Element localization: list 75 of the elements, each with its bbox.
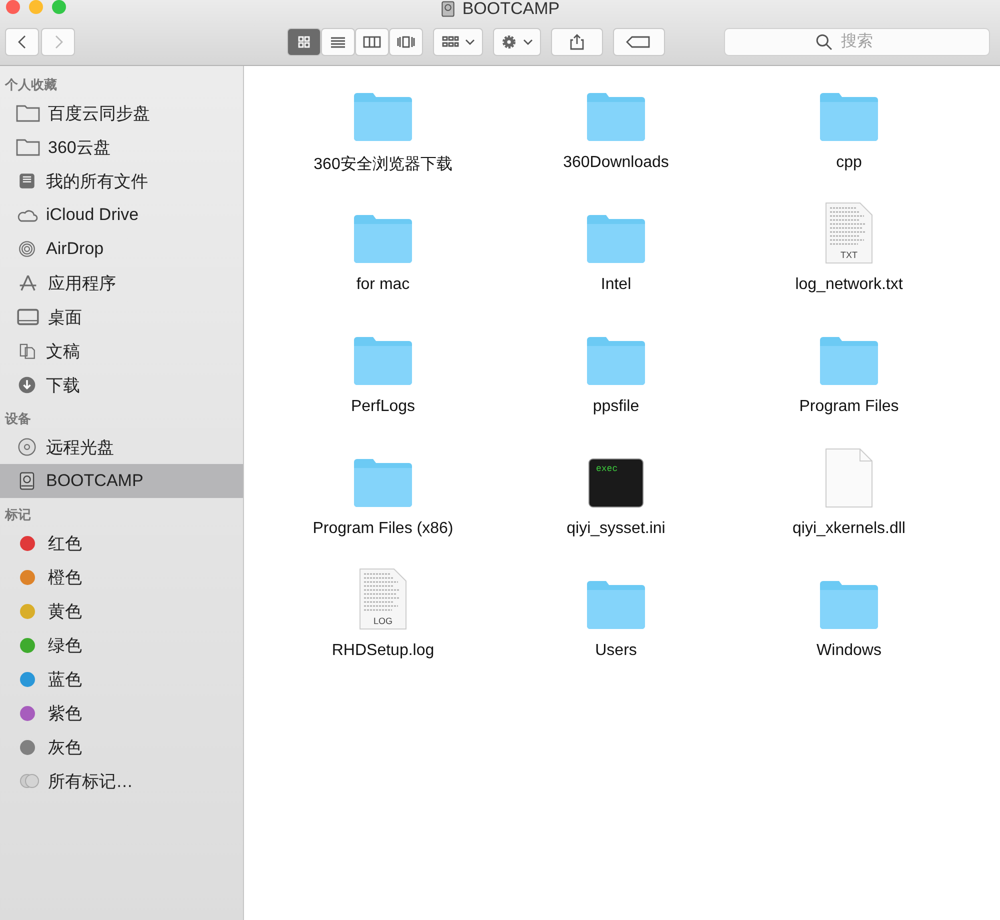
sidebar-item[interactable]: 红色: [0, 526, 243, 560]
folder-icon: [353, 336, 413, 386]
sidebar-heading: 个人收藏: [4, 76, 58, 94]
sidebar-item[interactable]: 远程光盘: [0, 430, 243, 464]
sidebar-item[interactable]: 紫色: [0, 696, 243, 730]
folder-icon: [353, 92, 413, 142]
sidebar-item[interactable]: AirDrop: [0, 232, 243, 266]
file-name: log_network.txt: [795, 276, 903, 294]
share-button[interactable]: [551, 28, 603, 56]
folder-icon: [586, 92, 646, 142]
file-name: 360安全浏览器下载: [314, 154, 452, 175]
folder-icon: [16, 138, 40, 156]
file-name: ppsfile: [592, 398, 640, 416]
file-name: for mac: [356, 276, 410, 294]
text-file-icon: LOG: [359, 568, 407, 630]
search-icon: [816, 34, 832, 50]
file-name: Windows: [816, 642, 882, 660]
folder-icon: [16, 104, 40, 122]
sidebar-item[interactable]: 蓝色: [0, 662, 243, 696]
sidebar-item[interactable]: iCloud Drive: [0, 198, 243, 232]
sidebar-item[interactable]: 橙色: [0, 560, 243, 594]
folder-icon: [586, 336, 646, 386]
sidebar-item[interactable]: 桌面: [0, 300, 243, 334]
chevron-left-icon: [18, 34, 26, 50]
sidebar-heading: 标记: [4, 506, 32, 524]
disc-icon: [16, 438, 38, 456]
action-button[interactable]: [493, 28, 541, 56]
sidebar-item[interactable]: 所有标记…: [0, 764, 243, 798]
folder-icon: [586, 214, 646, 264]
folder-icon: [586, 580, 646, 630]
file-name: Users: [595, 642, 637, 660]
folder-icon: [353, 214, 413, 264]
sidebar-item[interactable]: 360云盘: [0, 130, 243, 164]
desktop-icon: [16, 308, 40, 326]
blank-file-icon: [825, 448, 873, 508]
tags-icon: [20, 772, 40, 790]
sidebar-item[interactable]: 灰色: [0, 730, 243, 764]
file-name: qiyi_xkernels.dll: [792, 520, 906, 538]
chevron-right-icon: [54, 34, 62, 50]
sidebar-item[interactable]: 文稿: [0, 334, 243, 368]
view-mode-button[interactable]: [355, 28, 389, 56]
file-name: 360Downloads: [563, 154, 669, 172]
close-button[interactable]: [6, 0, 20, 14]
window-title: BOOTCAMP: [462, 0, 560, 19]
sidebar-item[interactable]: 绿色: [0, 628, 243, 662]
view-mode-button[interactable]: [321, 28, 355, 56]
sidebar-item[interactable]: 我的所有文件: [0, 164, 243, 198]
folder-icon: [819, 336, 879, 386]
folder-icon: [353, 458, 413, 508]
file-name: RHDSetup.log: [332, 642, 434, 660]
sidebar-heading: 设备: [4, 410, 32, 428]
sidebar-item[interactable]: 黄色: [0, 594, 243, 628]
folder-icon: [819, 92, 879, 142]
sidebar-item[interactable]: 下载: [0, 368, 243, 402]
file-name: Program Files (x86): [312, 520, 454, 538]
text-file-icon: TXT: [825, 202, 873, 264]
airdrop-icon: [16, 240, 38, 258]
search-field[interactable]: 搜索: [724, 28, 990, 56]
file-name: cpp: [836, 154, 862, 172]
view-mode-button[interactable]: [389, 28, 423, 56]
tag-button[interactable]: [613, 28, 665, 56]
arrange-button[interactable]: [433, 28, 483, 56]
sidebar-item[interactable]: 应用程序: [0, 266, 243, 300]
file-name: PerfLogs: [350, 398, 416, 416]
sidebar-item[interactable]: BOOTCAMP: [0, 464, 243, 498]
settings-icon: [500, 32, 518, 50]
folder-icon: [819, 580, 879, 630]
file-name: qiyi_sysset.ini: [566, 520, 666, 538]
file-name: Intel: [600, 276, 632, 294]
download-icon: [16, 376, 38, 394]
view-mode-button[interactable]: [287, 28, 321, 56]
sidebar-item[interactable]: 百度云同步盘: [0, 96, 243, 130]
share-icon: [568, 32, 586, 50]
terminal-icon: exec: [588, 458, 644, 508]
file-name: Program Files: [799, 398, 899, 416]
